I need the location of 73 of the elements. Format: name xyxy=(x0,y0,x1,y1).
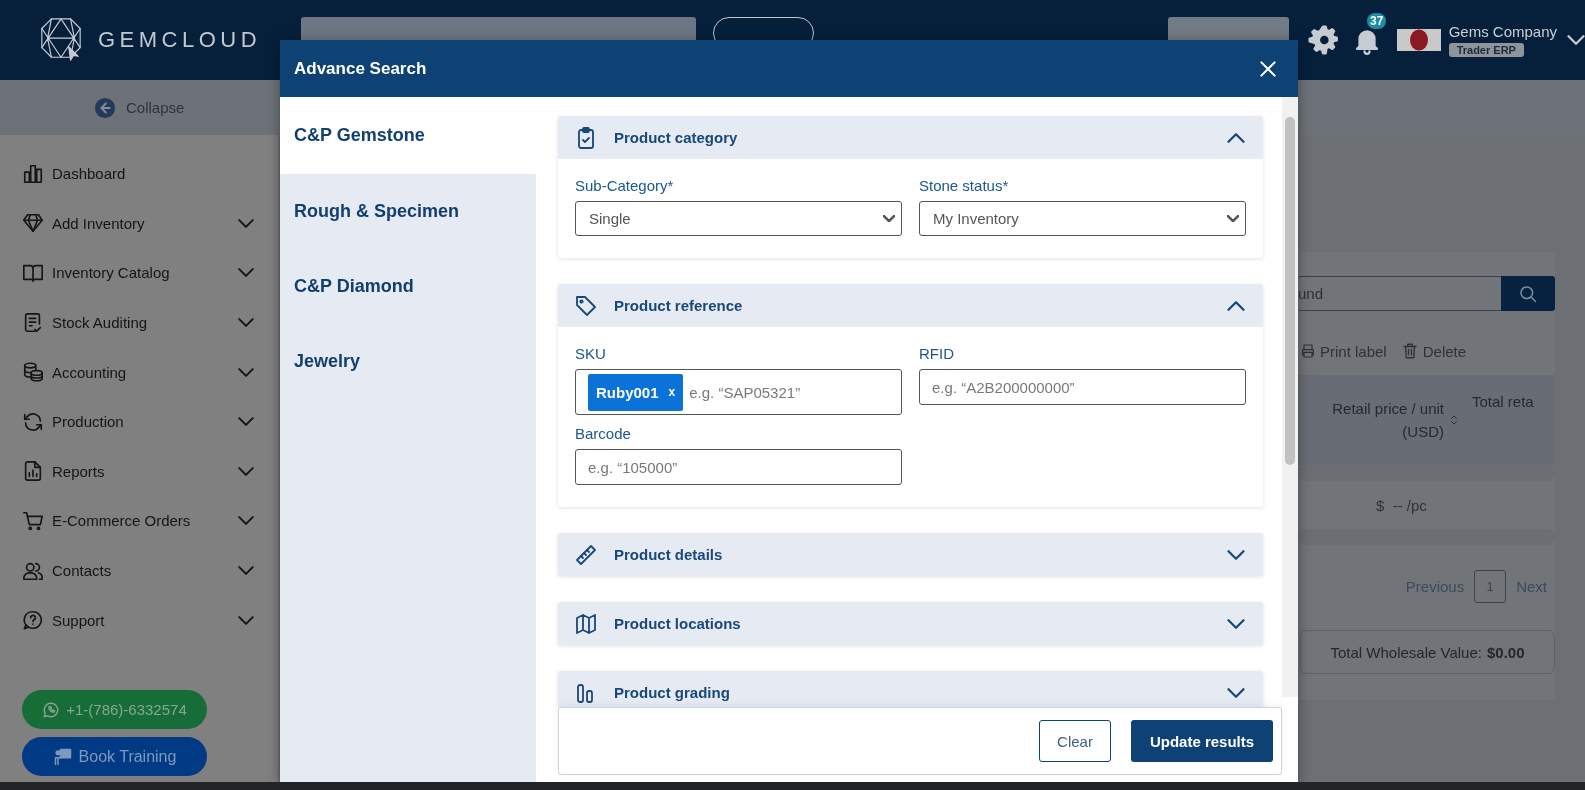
checklist-icon xyxy=(22,311,44,334)
chevron-down-icon xyxy=(1567,35,1585,45)
section-header[interactable]: Product grading xyxy=(558,671,1263,707)
settings-icon xyxy=(1307,24,1339,56)
sidebar-item[interactable]: Stock Auditing xyxy=(0,297,278,348)
section-header[interactable]: Product details xyxy=(558,533,1263,576)
logo-text: GEMCLOUD xyxy=(98,27,262,53)
printer-icon xyxy=(1300,342,1316,360)
sidebar-item[interactable]: Reports xyxy=(0,446,278,497)
avatar[interactable] xyxy=(1397,29,1441,51)
category-tab[interactable]: Rough & Specimen xyxy=(280,174,536,249)
plan-badge: Trader ERP xyxy=(1448,43,1524,57)
coins-icon xyxy=(22,361,44,384)
section-header[interactable]: Product locations xyxy=(558,602,1263,645)
delete-button[interactable]: Delete xyxy=(1400,341,1467,361)
category-tab[interactable]: Jewelry xyxy=(280,324,536,399)
select-field[interactable]: Single xyxy=(575,201,902,236)
chevron-down-icon xyxy=(883,215,895,222)
section-header[interactable]: Product reference xyxy=(558,284,1263,327)
chat-bubble-icon xyxy=(42,700,61,719)
diamond-icon xyxy=(22,212,44,235)
field-label: RFID xyxy=(919,345,955,362)
section-header[interactable]: Product category xyxy=(558,116,1263,159)
map-icon xyxy=(574,611,598,636)
total-label: Total Wholesale Value: xyxy=(1330,643,1482,661)
field-label: Sub-Category* xyxy=(575,177,675,194)
text-field[interactable]: e.g. “A2B200000000” xyxy=(919,369,1246,405)
table-cell-text: $ -- /pc xyxy=(1375,495,1428,516)
ruby-icon xyxy=(1408,29,1429,51)
total-value: $0.00 xyxy=(1486,643,1525,661)
select-field[interactable]: My Inventory xyxy=(919,201,1246,236)
field-label: Stone status* xyxy=(919,177,1010,194)
chart-icon xyxy=(22,162,44,185)
help-icon xyxy=(22,609,44,632)
sidebar-item[interactable]: Production xyxy=(0,396,278,447)
search-icon xyxy=(1518,283,1538,304)
sidebar-item[interactable]: Contacts xyxy=(0,545,278,596)
category-tab[interactable]: C&P Diamond xyxy=(280,249,536,324)
sidebar-item[interactable]: Dashboard xyxy=(0,149,278,199)
book-training-button[interactable]: Book Training xyxy=(22,737,207,776)
sidebar-item[interactable]: E-Commerce Orders xyxy=(0,496,278,546)
sidebar-item[interactable]: Inventory Catalog xyxy=(0,248,278,298)
search-button[interactable] xyxy=(1501,276,1555,311)
sidebar-item[interactable]: Add Inventory xyxy=(0,198,278,249)
category-tab[interactable]: C&P Gemstone xyxy=(280,97,536,174)
clear-button[interactable]: Clear xyxy=(1039,720,1111,762)
ruler-icon xyxy=(574,542,598,567)
tag-icon xyxy=(574,293,598,318)
phone-button[interactable]: +1-(786)-6332574 xyxy=(22,690,207,729)
report-icon xyxy=(22,460,44,483)
book-icon xyxy=(22,262,44,284)
trash-icon xyxy=(1400,341,1419,361)
sidebar-item[interactable]: Accounting xyxy=(0,347,278,397)
chevron-down-icon xyxy=(1227,215,1239,222)
scrollbar[interactable] xyxy=(1282,97,1298,697)
print-label-button[interactable]: Print label xyxy=(1300,342,1387,360)
collapse-button[interactable]: Collapse xyxy=(94,96,185,119)
refresh-icon xyxy=(22,410,44,433)
presenter-icon xyxy=(52,746,73,767)
company-name: Gems Company xyxy=(1448,23,1557,40)
text-field[interactable]: e.g. “105000” xyxy=(575,449,902,485)
tag-input-field[interactable]: Ruby001 x e.g. “SAP05321” xyxy=(575,369,902,415)
cart-icon xyxy=(22,509,44,532)
column-header[interactable]: Retail price / unit (USD) xyxy=(1304,397,1444,443)
column-header[interactable]: Total reta xyxy=(1472,393,1534,410)
modal-title: Advance Search xyxy=(294,58,427,79)
field-label: SKU xyxy=(575,345,607,362)
sidebar-item[interactable]: Support xyxy=(0,595,278,645)
close-icon[interactable] xyxy=(1258,58,1278,79)
notification-badge: 37 xyxy=(1367,13,1387,29)
tag-chip[interactable]: Ruby001 x xyxy=(588,373,684,411)
field-label: Barcode xyxy=(575,425,632,442)
update-results-button[interactable]: Update results xyxy=(1131,720,1273,762)
